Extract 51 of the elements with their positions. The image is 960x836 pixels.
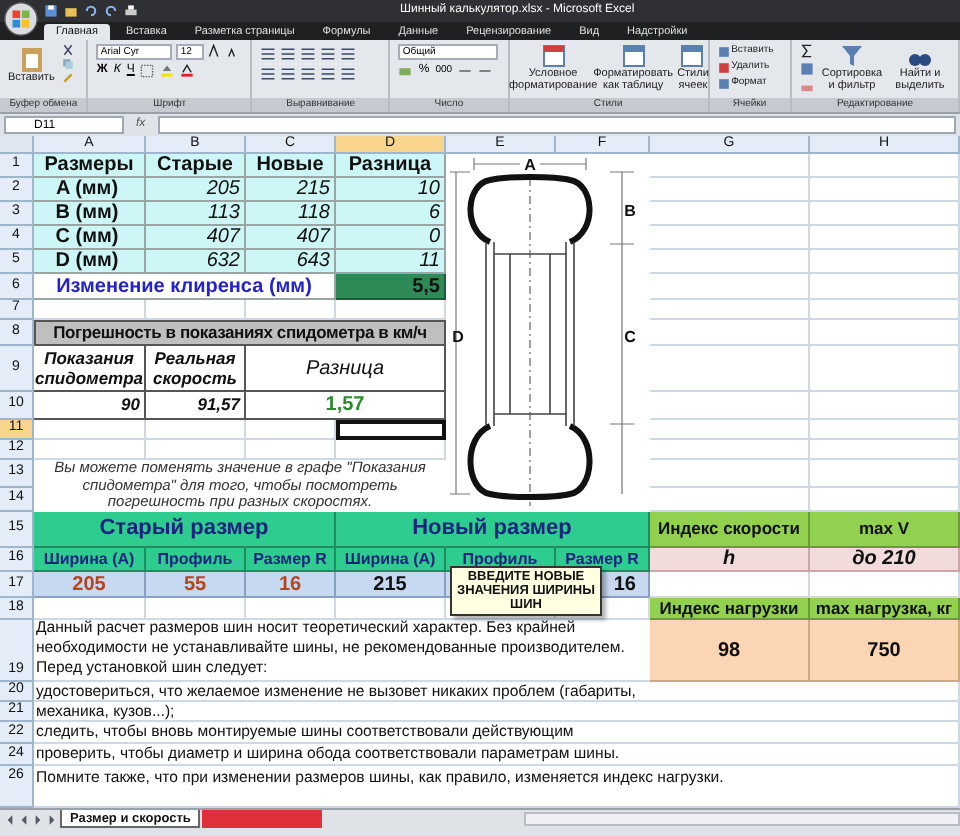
column-heading: max V — [810, 512, 960, 548]
table-cell: 55 — [146, 572, 246, 598]
table-cell: 205 — [146, 178, 246, 202]
table-cell: 90 — [34, 392, 146, 420]
table-cell: 407 — [246, 226, 336, 250]
column-heading: Индекс нагрузки — [650, 598, 810, 620]
column-heading: Новые — [246, 154, 336, 178]
dimension-label: A — [524, 156, 536, 174]
table-cell: 643 — [246, 250, 336, 274]
column-heading: Показания спидометра — [34, 346, 146, 392]
column-heading: Индекс скорости — [650, 512, 810, 548]
column-heading: Ширина (А) — [336, 548, 446, 572]
table-cell: C (мм) — [34, 226, 146, 250]
column-heading: Старые — [146, 154, 246, 178]
table-cell: 98 — [650, 620, 810, 682]
table-cell: 6 — [336, 202, 446, 226]
table-cell: 205 — [34, 572, 146, 598]
column-heading: Реальная скорость — [146, 346, 246, 392]
table-cell: A (мм) — [34, 178, 146, 202]
dimension-label: B — [624, 202, 636, 220]
table-cell: 10 — [336, 178, 446, 202]
table-cell: 407 — [146, 226, 246, 250]
column-heading: Разница — [246, 346, 446, 392]
table-cell: 632 — [146, 250, 246, 274]
column-heading: Ширина (А) — [34, 548, 146, 572]
dimension-label: C — [624, 328, 636, 346]
table-cell: h — [650, 548, 810, 572]
table-cell: D (мм) — [34, 250, 146, 274]
dimension-label: D — [452, 328, 464, 346]
table-cell: 91,57 — [146, 392, 246, 420]
table-cell: 5,5 — [336, 274, 446, 300]
column-heading: Профиль — [146, 548, 246, 572]
table-cell: 11 — [336, 250, 446, 274]
column-heading: Разница — [336, 154, 446, 178]
table-cell: 113 — [146, 202, 246, 226]
table-cell: 16 — [246, 572, 336, 598]
section-title: Новый размер — [336, 512, 650, 548]
table-title: Погрешность в показаниях спидометра в км/ч — [34, 320, 446, 346]
table-cell: 118 — [246, 202, 336, 226]
column-heading: Размер R — [246, 548, 336, 572]
table-cell: Изменение клиренса (мм) — [34, 274, 336, 300]
table-cell: 215 — [336, 572, 446, 598]
table-cell: 215 — [246, 178, 336, 202]
table-cell: B (мм) — [34, 202, 146, 226]
table-cell: 1,57 — [246, 392, 446, 420]
column-heading: Размеры — [34, 154, 146, 178]
table-cell: 0 — [336, 226, 446, 250]
section-title: Старый размер — [34, 512, 336, 548]
table-cell: 750 — [810, 620, 960, 682]
table-cell: до 210 — [810, 548, 960, 572]
column-heading: max нагрузка, кг — [810, 598, 960, 620]
